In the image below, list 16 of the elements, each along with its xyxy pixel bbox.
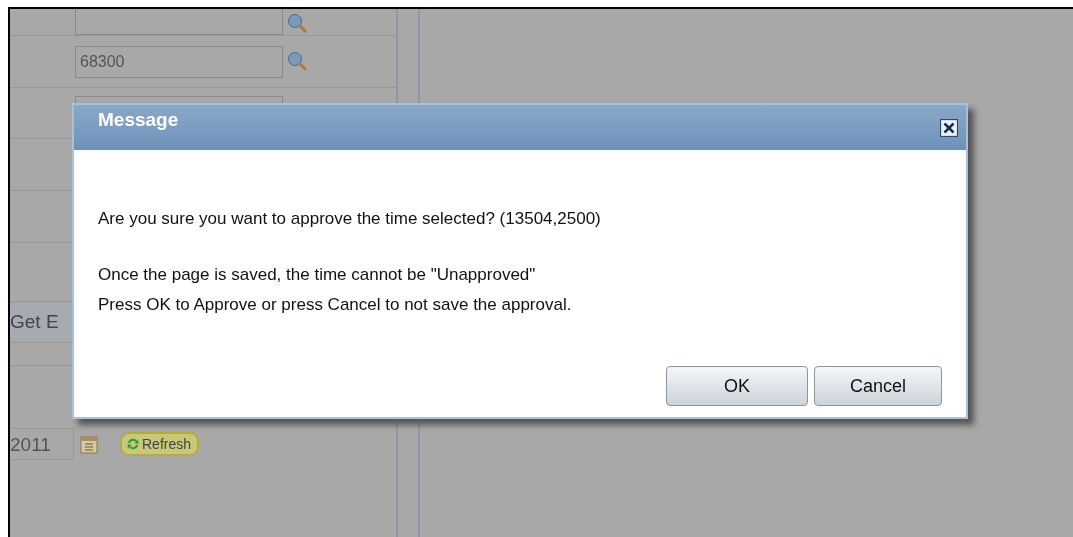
input-field[interactable]: 68300 <box>75 45 283 78</box>
close-icon[interactable] <box>940 119 958 137</box>
ok-button[interactable]: OK <box>666 366 808 406</box>
dialog-title: Message <box>98 109 179 131</box>
message-text: Once the page is saved, the time cannot be "Unapproved" <box>98 264 537 286</box>
search-icon[interactable] <box>287 13 309 35</box>
input-field[interactable] <box>75 9 283 35</box>
refresh-icon <box>126 437 140 451</box>
message-text: Press OK to Approve or press Cancel to not save the approval. <box>98 294 573 316</box>
date-field[interactable]: 2011 <box>10 428 74 460</box>
calendar-icon[interactable] <box>80 434 98 454</box>
refresh-button[interactable]: Refresh <box>120 432 200 456</box>
cancel-button[interactable]: Cancel <box>814 366 942 406</box>
get-button[interactable]: Get E <box>10 304 72 340</box>
search-icon[interactable] <box>287 50 309 73</box>
message-text: Are you sure you want to approve the time selected? (13504,2500) <box>98 208 602 230</box>
